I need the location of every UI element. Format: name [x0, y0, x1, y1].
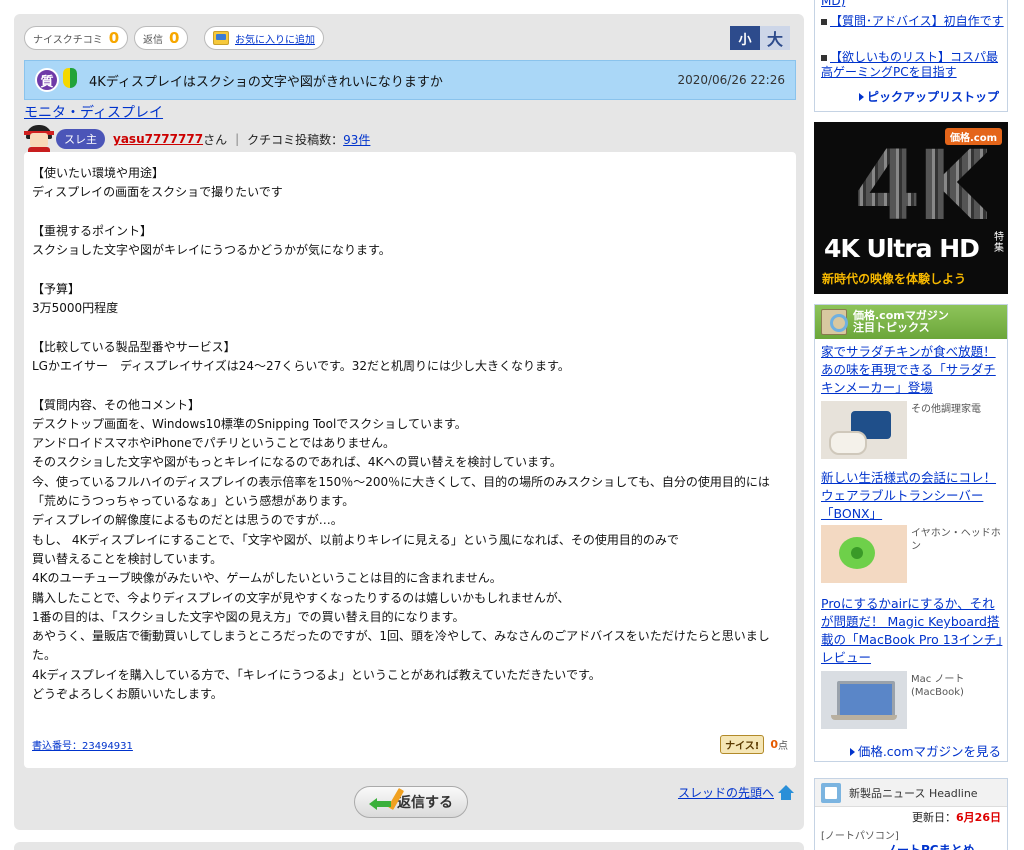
- nice-area: ナイス! 0 点: [720, 735, 788, 754]
- post-text: 【使いたい環境や用途】 ディスプレイの画面をスクショで撮りたいです 【重視するポ…: [32, 166, 770, 702]
- nice-unit: 点: [778, 741, 788, 752]
- add-favorite-button[interactable]: お気に入りに追加: [204, 26, 324, 50]
- question-badge: 質: [35, 68, 59, 92]
- reply-button[interactable]: 返信する: [354, 786, 468, 818]
- magazine-title-line2: 注目トピックス: [853, 321, 930, 334]
- next-panel-edge: [14, 842, 804, 850]
- nice-button[interactable]: ナイス!: [720, 735, 765, 754]
- 4k-banner[interactable]: 価格.com 4K 4K Ultra HD 特集 新時代の映像を体験しよう: [814, 122, 1008, 294]
- arrow-right-icon: [849, 748, 855, 756]
- magazine-more-link[interactable]: 価格.comマガジンを見る: [849, 741, 1001, 760]
- news-icon: [821, 782, 841, 803]
- poster-info: スレ主 yasu7777777 さん | クチコミ投稿数： 93件: [24, 122, 794, 156]
- category-link[interactable]: モニタ・ディスプレイ: [24, 102, 163, 122]
- bullet-icon: [821, 54, 827, 61]
- magazine-article-link[interactable]: Proにするかairにするか、それが問題だ！ Magic Keyboard搭載の…: [821, 595, 1005, 667]
- thread-toolbar: ナイスクチコミ 0 返信 0 お気に入りに追加 小 大: [24, 26, 796, 52]
- news-header: 新製品ニュース Headline: [815, 779, 1007, 807]
- magazine-article-link[interactable]: 新しい生活様式の会話にコレ！ ウェアラブルトランシーバー「BONX」: [821, 469, 1005, 523]
- font-size-small-button[interactable]: 小: [730, 26, 760, 50]
- bullet-icon: [821, 18, 827, 25]
- add-favorite-link[interactable]: お気に入りに追加: [235, 31, 315, 46]
- pickup-list: MD) 【質問･アドバイス】初自作です 【欲しいものリスト】コスパ最高ゲーミング…: [814, 0, 1008, 112]
- banner-4k-text: 4K: [854, 130, 991, 242]
- reply-button-label: 返信する: [397, 795, 453, 811]
- magazine-topics: 価格.comマガジン 注目トピックス 家でサラダチキンが食べ放題！ あの味を再現…: [814, 304, 1008, 762]
- thread-title-bar: 質 4Kディスプレイはスクショの文字や図がきれいになりますか 2020/06/2…: [24, 60, 796, 100]
- pickup-item-link[interactable]: 【質問･アドバイス】初自作です: [830, 14, 1004, 28]
- magazine-icon: [821, 309, 848, 335]
- thread-top-nav: スレッドの先頭へ: [678, 784, 794, 801]
- new-product-news: 新製品ニュース Headline 更新日：6月26日 [ノートパソコン] ノート…: [814, 778, 1008, 850]
- reply-count-pill: 返信 0: [134, 26, 189, 50]
- banner-uhd-text: 4K Ultra HD: [824, 234, 980, 263]
- reply-arrow-icon: [369, 787, 405, 811]
- arrow-right-icon: [858, 93, 864, 101]
- post-count-link[interactable]: 93件: [343, 131, 370, 148]
- beginner-mark-icon: [63, 68, 77, 92]
- news-title: 新製品ニュース Headline: [849, 786, 978, 800]
- thread-top-link[interactable]: スレッドの先頭へ: [678, 784, 774, 801]
- post-count-label: クチコミ投稿数：: [247, 132, 344, 147]
- right-sidebar: MD) 【質問･アドバイス】初自作です 【欲しいものリスト】コスパ最高ゲーミング…: [812, 0, 1010, 850]
- nice-kuchikomi-label: ナイスクチコミ: [33, 34, 103, 46]
- magazine-thumbnail[interactable]: [821, 401, 907, 459]
- thread-owner-badge: スレ主: [56, 129, 105, 149]
- font-size-large-button[interactable]: 大: [760, 26, 790, 50]
- banner-subtitle: 新時代の映像を体験しよう: [822, 272, 967, 286]
- font-size-toggle: 小 大: [730, 26, 790, 50]
- magazine-header: 価格.comマガジン 注目トピックス: [815, 305, 1007, 339]
- home-icon[interactable]: [778, 784, 794, 801]
- divider: |: [235, 132, 240, 146]
- nice-kuchikomi-pill: ナイスクチコミ 0: [24, 26, 129, 50]
- pickup-item[interactable]: 【欲しいものリスト】コスパ最高ゲーミングPCを目指す: [821, 50, 1005, 80]
- pickup-more-link[interactable]: ピックアップリストップ: [858, 88, 999, 105]
- news-category: [ノートパソコン]: [821, 831, 899, 842]
- news-updated: 更新日：6月26日: [912, 811, 1001, 824]
- magazine-thumbnail[interactable]: [821, 525, 907, 583]
- magazine-category: イヤホン・ヘッドホン: [911, 528, 1001, 552]
- magazine-category: Mac ノート(MacBook): [911, 674, 965, 698]
- pickup-item[interactable]: 【質問･アドバイス】初自作です: [821, 14, 1005, 29]
- folder-icon: [213, 31, 229, 45]
- banner-special-text: 特集: [994, 232, 1004, 254]
- post-body: 【使いたい環境や用途】 ディスプレイの画面をスクショで撮りたいです 【重視するポ…: [24, 152, 796, 768]
- avatar: [24, 123, 54, 155]
- magazine-category: その他調理家電: [911, 404, 981, 415]
- magazine-article-link[interactable]: 家でサラダチキンが食べ放題！ あの味を再現できる「サラダチキンメーカー」登場: [821, 343, 1005, 397]
- reply-count-value: 0: [169, 29, 180, 47]
- magazine-thumbnail[interactable]: [821, 671, 907, 729]
- thread-title: 4Kディスプレイはスクショの文字や図がきれいになりますか: [89, 74, 443, 90]
- thread-panel: ナイスクチコミ 0 返信 0 お気に入りに追加 小 大 質 4Kディスプレイはス…: [14, 14, 804, 830]
- nice-points: 0: [770, 738, 778, 751]
- reply-count-label: 返信: [143, 34, 163, 46]
- pickup-item[interactable]: MD): [821, 0, 1005, 9]
- thread-date: 2020/06/26 22:26: [677, 73, 785, 87]
- news-link[interactable]: ノートPCまとめ: [885, 841, 975, 850]
- pickup-item-link[interactable]: 【欲しいものリスト】コスパ最高ゲーミングPCを目指す: [821, 50, 998, 79]
- post-number-link[interactable]: 書込番号：23494931: [32, 737, 133, 752]
- nice-kuchikomi-count: 0: [108, 29, 120, 47]
- username-honorific: さん: [203, 132, 228, 147]
- username-link[interactable]: yasu7777777: [113, 132, 203, 146]
